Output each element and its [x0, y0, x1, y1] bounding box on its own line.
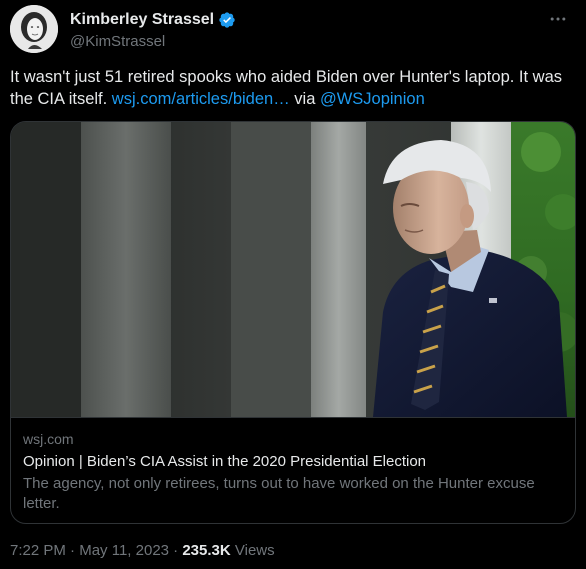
tweet: Kimberley Strassel @KimStrassel It wasn'…: [0, 0, 586, 569]
display-name-row: Kimberley Strassel: [70, 9, 236, 31]
display-name[interactable]: Kimberley Strassel: [70, 11, 214, 29]
views-label: Views: [230, 542, 275, 559]
tweet-date[interactable]: May 11, 2023: [79, 542, 169, 559]
card-body[interactable]: wsj.com Opinion | Biden’s CIA Assist in …: [11, 417, 575, 523]
tweet-text: It wasn't just 51 retired spooks who aid…: [10, 66, 576, 110]
handle[interactable]: @KimStrassel: [70, 33, 236, 50]
author-names: Kimberley Strassel @KimStrassel: [70, 9, 236, 50]
card-description: The agency, not only retirees, turns out…: [23, 475, 535, 512]
verified-badge-icon[interactable]: [218, 11, 236, 29]
tweet-time[interactable]: 7:22 PM: [10, 542, 66, 559]
avatar[interactable]: [10, 5, 58, 53]
card-title: Opinion | Biden’s CIA Assist in the 2020…: [23, 453, 427, 470]
link-card[interactable]: wsj.com Opinion | Biden’s CIA Assist in …: [10, 121, 576, 524]
meta-separator: ·: [65, 542, 80, 559]
meta-separator-2: ·: [169, 542, 183, 559]
tweet-meta: 7:22 PM · May 11, 2023 · 235.3K Views: [10, 541, 275, 561]
tweet-header: Kimberley Strassel @KimStrassel: [10, 5, 576, 57]
avatar-image: [10, 5, 58, 53]
card-image[interactable]: [11, 122, 575, 417]
tweet-link[interactable]: wsj.com/articles/biden…: [112, 90, 290, 108]
card-domain: wsj.com: [23, 431, 74, 447]
tweet-mention[interactable]: @WSJopinion: [320, 90, 425, 108]
views-count[interactable]: 235.3K: [182, 542, 230, 559]
more-horizontal-icon[interactable]: [548, 9, 568, 29]
tweet-text-via: via: [289, 90, 320, 108]
